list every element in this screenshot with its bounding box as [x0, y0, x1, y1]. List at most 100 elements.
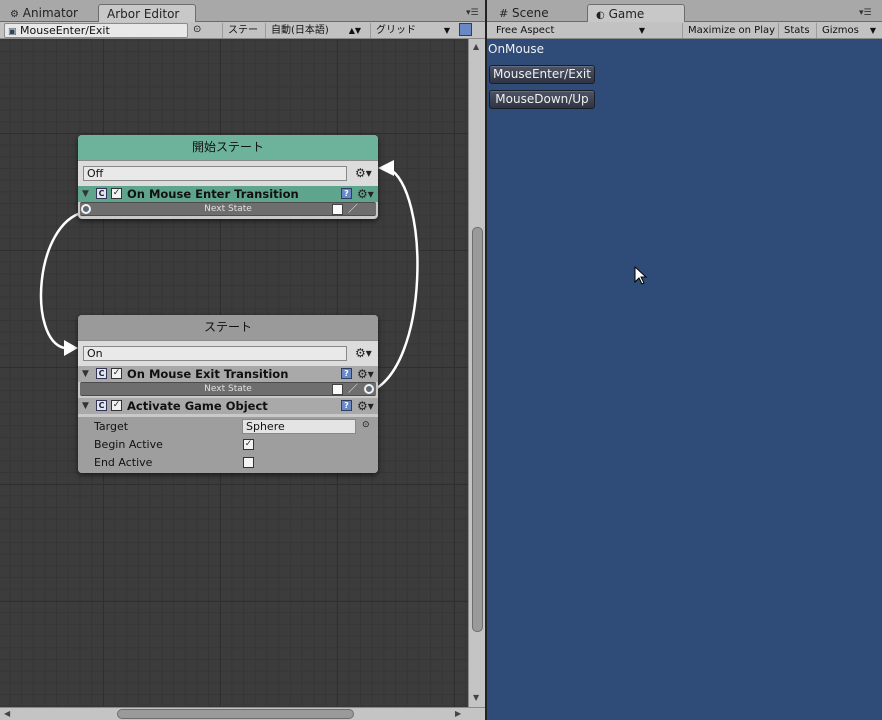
pencil-icon[interactable]: ／ — [348, 383, 358, 396]
stats-label: Stats — [784, 25, 810, 36]
help-icon[interactable]: ? — [341, 368, 352, 379]
on-mouse-label: OnMouse — [488, 42, 544, 56]
right-tab-bar: # Scene ◐ Game ▾☰ — [487, 0, 882, 22]
script-icon: C — [96, 188, 107, 199]
foldout-arrow-icon[interactable]: ▼ — [82, 186, 89, 202]
target-label: Target — [94, 420, 129, 433]
next-state-slot[interactable]: Next State ／ — [80, 202, 376, 216]
object-field-value: MouseEnter/Exit — [20, 24, 110, 37]
gear-icon[interactable]: ⚙▾ — [357, 398, 374, 414]
chevron-down-icon: ▼ — [638, 26, 645, 35]
activate-game-object-header: ▼ C ✓ Activate Game Object ? ⚙▾ — [78, 398, 378, 414]
chevron-down-icon: ▲▼ — [348, 26, 361, 35]
tab-scene[interactable]: # Scene — [491, 4, 557, 22]
graph-canvas[interactable]: 開始ステート Off ⚙▾ ▼ C ✓ On Mouse Enter Trans… — [0, 39, 468, 707]
mouse-down-up-button[interactable]: MouseDown/Up — [489, 90, 595, 109]
graph-vertical-scrollbar[interactable]: ▲ ▼ — [468, 39, 486, 707]
begin-active-label: Begin Active — [94, 438, 163, 451]
object-picker-icon[interactable]: ⊙ — [362, 420, 370, 430]
left-toolbar: ▣ MouseEnter/Exit ⊙ ステート 自動(日本語) ▲▼ グリッド… — [0, 22, 486, 51]
scroll-left-icon[interactable]: ◀ — [4, 709, 10, 718]
scroll-down-icon[interactable]: ▼ — [473, 693, 479, 702]
state-name-input[interactable]: On — [83, 346, 347, 361]
gear-icon[interactable]: ⚙▾ — [357, 186, 374, 202]
state-title: ステート — [78, 315, 378, 340]
tab-arbor-editor[interactable]: Arbor Editor — [98, 4, 196, 22]
graph-horizontal-scrollbar[interactable]: ◀ ▶ — [0, 707, 486, 720]
stats-toggle[interactable]: Stats — [778, 23, 816, 38]
mouse-cursor-icon — [634, 266, 648, 285]
language-dropdown-label: 自動(日本語) — [271, 25, 329, 36]
vertical-scroll-thumb[interactable] — [472, 227, 483, 632]
color-swatch[interactable] — [332, 384, 343, 395]
scroll-right-icon[interactable]: ▶ — [455, 709, 461, 718]
state-name-row: On ⚙▾ — [78, 340, 378, 366]
start-state-name-input[interactable]: Off — [83, 166, 347, 181]
gizmos-dropdown[interactable]: Gizmos ▼ — [816, 23, 882, 38]
maximize-on-play-toggle[interactable]: Maximize on Play — [682, 23, 778, 38]
state-dropdown[interactable]: ステート — [222, 23, 266, 51]
aspect-dropdown[interactable]: Free Aspect ▼ — [491, 23, 651, 38]
enabled-checkbox[interactable]: ✓ — [111, 368, 122, 379]
gear-icon[interactable]: ⚙▾ — [355, 346, 372, 360]
end-active-checkbox[interactable] — [243, 457, 254, 468]
game-icon: ◐ — [596, 10, 605, 21]
gear-icon[interactable]: ⚙▾ — [357, 366, 374, 382]
start-state-name-row: Off ⚙▾ — [78, 160, 378, 186]
chevron-down-icon: ▼ — [869, 26, 876, 35]
state-node[interactable]: ステート On ⚙▾ ▼ C ✓ On Mouse Exit Transitio… — [78, 315, 378, 473]
pencil-icon[interactable]: ／ — [348, 203, 358, 216]
tab-game[interactable]: ◐ Game — [587, 4, 685, 22]
scene-icon: # — [499, 7, 509, 20]
tab-arbor-editor-label: Arbor Editor — [107, 7, 180, 21]
left-tab-bar: ⚙ Animator Arbor Editor ▾☰ — [0, 0, 486, 22]
mouse-enter-transition-header: ▼ C ✓ On Mouse Enter Transition ? ⚙▾ — [78, 186, 378, 202]
horizontal-scroll-thumb[interactable] — [117, 709, 354, 719]
next-state-slot[interactable]: Next State ／ — [80, 382, 376, 396]
help-icon[interactable]: ? — [341, 188, 352, 199]
start-state-node[interactable]: 開始ステート Off ⚙▾ ▼ C ✓ On Mouse Enter Trans… — [78, 135, 378, 219]
enabled-checkbox[interactable]: ✓ — [111, 188, 122, 199]
script-icon: C — [96, 368, 107, 379]
tab-scene-label: Scene — [512, 6, 549, 20]
scroll-up-icon[interactable]: ▲ — [473, 42, 479, 51]
object-picker-icon[interactable]: ⊙ — [193, 24, 201, 35]
color-swatch[interactable] — [332, 204, 343, 215]
behaviour-title: On Mouse Exit Transition — [127, 367, 289, 381]
end-active-label: End Active — [94, 456, 153, 469]
object-icon: ▣ — [8, 27, 17, 37]
panel-menu-icon[interactable]: ▾☰ — [466, 8, 479, 18]
begin-active-checkbox[interactable]: ✓ — [243, 439, 254, 450]
arrow-head-icon — [64, 340, 78, 356]
gizmos-label: Gizmos — [822, 25, 859, 36]
tab-game-label: Game — [608, 7, 645, 21]
tab-animator-label: Animator — [22, 6, 78, 20]
mouse-enter-exit-button[interactable]: MouseEnter/Exit — [489, 65, 595, 84]
panel-menu-icon[interactable]: ▾☰ — [859, 8, 872, 18]
grid-dropdown[interactable]: グリッド ▼ — [370, 23, 456, 38]
foldout-arrow-icon[interactable]: ▼ — [82, 398, 89, 414]
mouse-exit-transition-header: ▼ C ✓ On Mouse Exit Transition ? ⚙▾ — [78, 366, 378, 382]
chevron-down-icon: ▼ — [443, 26, 450, 35]
target-object-field[interactable]: Sphere — [242, 419, 356, 434]
tab-animator[interactable]: ⚙ Animator — [2, 4, 86, 22]
game-toolbar: Free Aspect ▼ Maximize on Play Stats Giz… — [487, 22, 882, 39]
game-view[interactable]: OnMouse MouseEnter/Exit MouseDown/Up — [487, 39, 882, 720]
animator-icon: ⚙ — [10, 9, 19, 20]
start-state-title: 開始ステート — [78, 135, 378, 160]
state-link-port[interactable] — [364, 384, 374, 394]
help-icon[interactable]: ? — [341, 400, 352, 411]
help-icon[interactable] — [459, 23, 472, 36]
language-dropdown[interactable]: 自動(日本語) ▲▼ — [265, 23, 367, 38]
grid-dropdown-label: グリッド — [376, 25, 416, 36]
enabled-checkbox[interactable]: ✓ — [111, 400, 122, 411]
gear-icon[interactable]: ⚙▾ — [355, 166, 372, 180]
foldout-arrow-icon[interactable]: ▼ — [82, 366, 89, 382]
aspect-dropdown-label: Free Aspect — [496, 25, 555, 36]
script-icon: C — [96, 400, 107, 411]
behaviour-title: On Mouse Enter Transition — [127, 187, 299, 201]
arrow-head-icon — [378, 160, 394, 176]
object-field[interactable]: ▣ MouseEnter/Exit — [4, 23, 188, 38]
behaviour-title: Activate Game Object — [127, 399, 268, 413]
maximize-on-play-label: Maximize on Play — [688, 25, 776, 36]
